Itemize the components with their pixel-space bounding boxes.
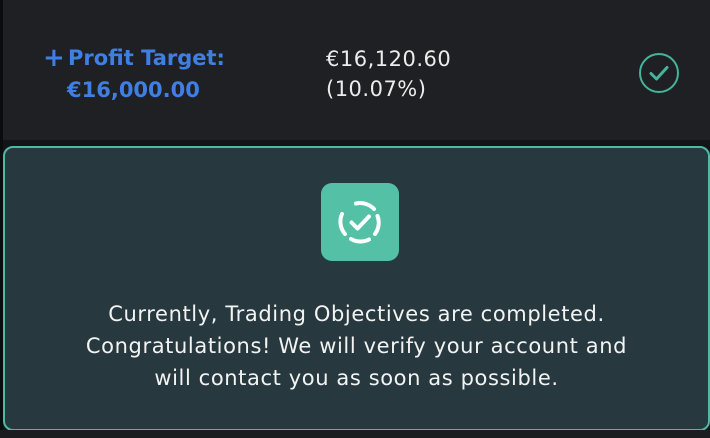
- profit-target-row: + Profit Target: €16,000.00 €16,120.60 (…: [3, 0, 710, 140]
- current-result: €16,120.60 (10.07%): [326, 44, 451, 104]
- current-percent: (10.07%): [326, 77, 427, 101]
- objectives-completed-card: Currently, Trading Objectives are comple…: [3, 146, 710, 431]
- plus-icon: +: [43, 43, 65, 73]
- message-line: Congratulations! We will verify your acc…: [85, 334, 628, 358]
- profit-target-label-block: + Profit Target: €16,000.00: [43, 42, 225, 106]
- profit-target-amount: €16,000.00: [67, 78, 200, 102]
- message-line: Currently, Trading Objectives are comple…: [108, 302, 605, 326]
- verified-badge-icon: [321, 183, 399, 261]
- page: + Profit Target: €16,000.00 €16,120.60 (…: [0, 0, 710, 438]
- current-amount: €16,120.60: [326, 47, 452, 71]
- profit-target-label: Profit Target:: [68, 46, 225, 70]
- completion-message: Currently, Trading Objectives are comple…: [25, 298, 688, 394]
- check-circle-icon: [639, 53, 679, 93]
- message-line: will contact you as soon as possible.: [154, 366, 559, 390]
- bottom-edge: [0, 430, 710, 438]
